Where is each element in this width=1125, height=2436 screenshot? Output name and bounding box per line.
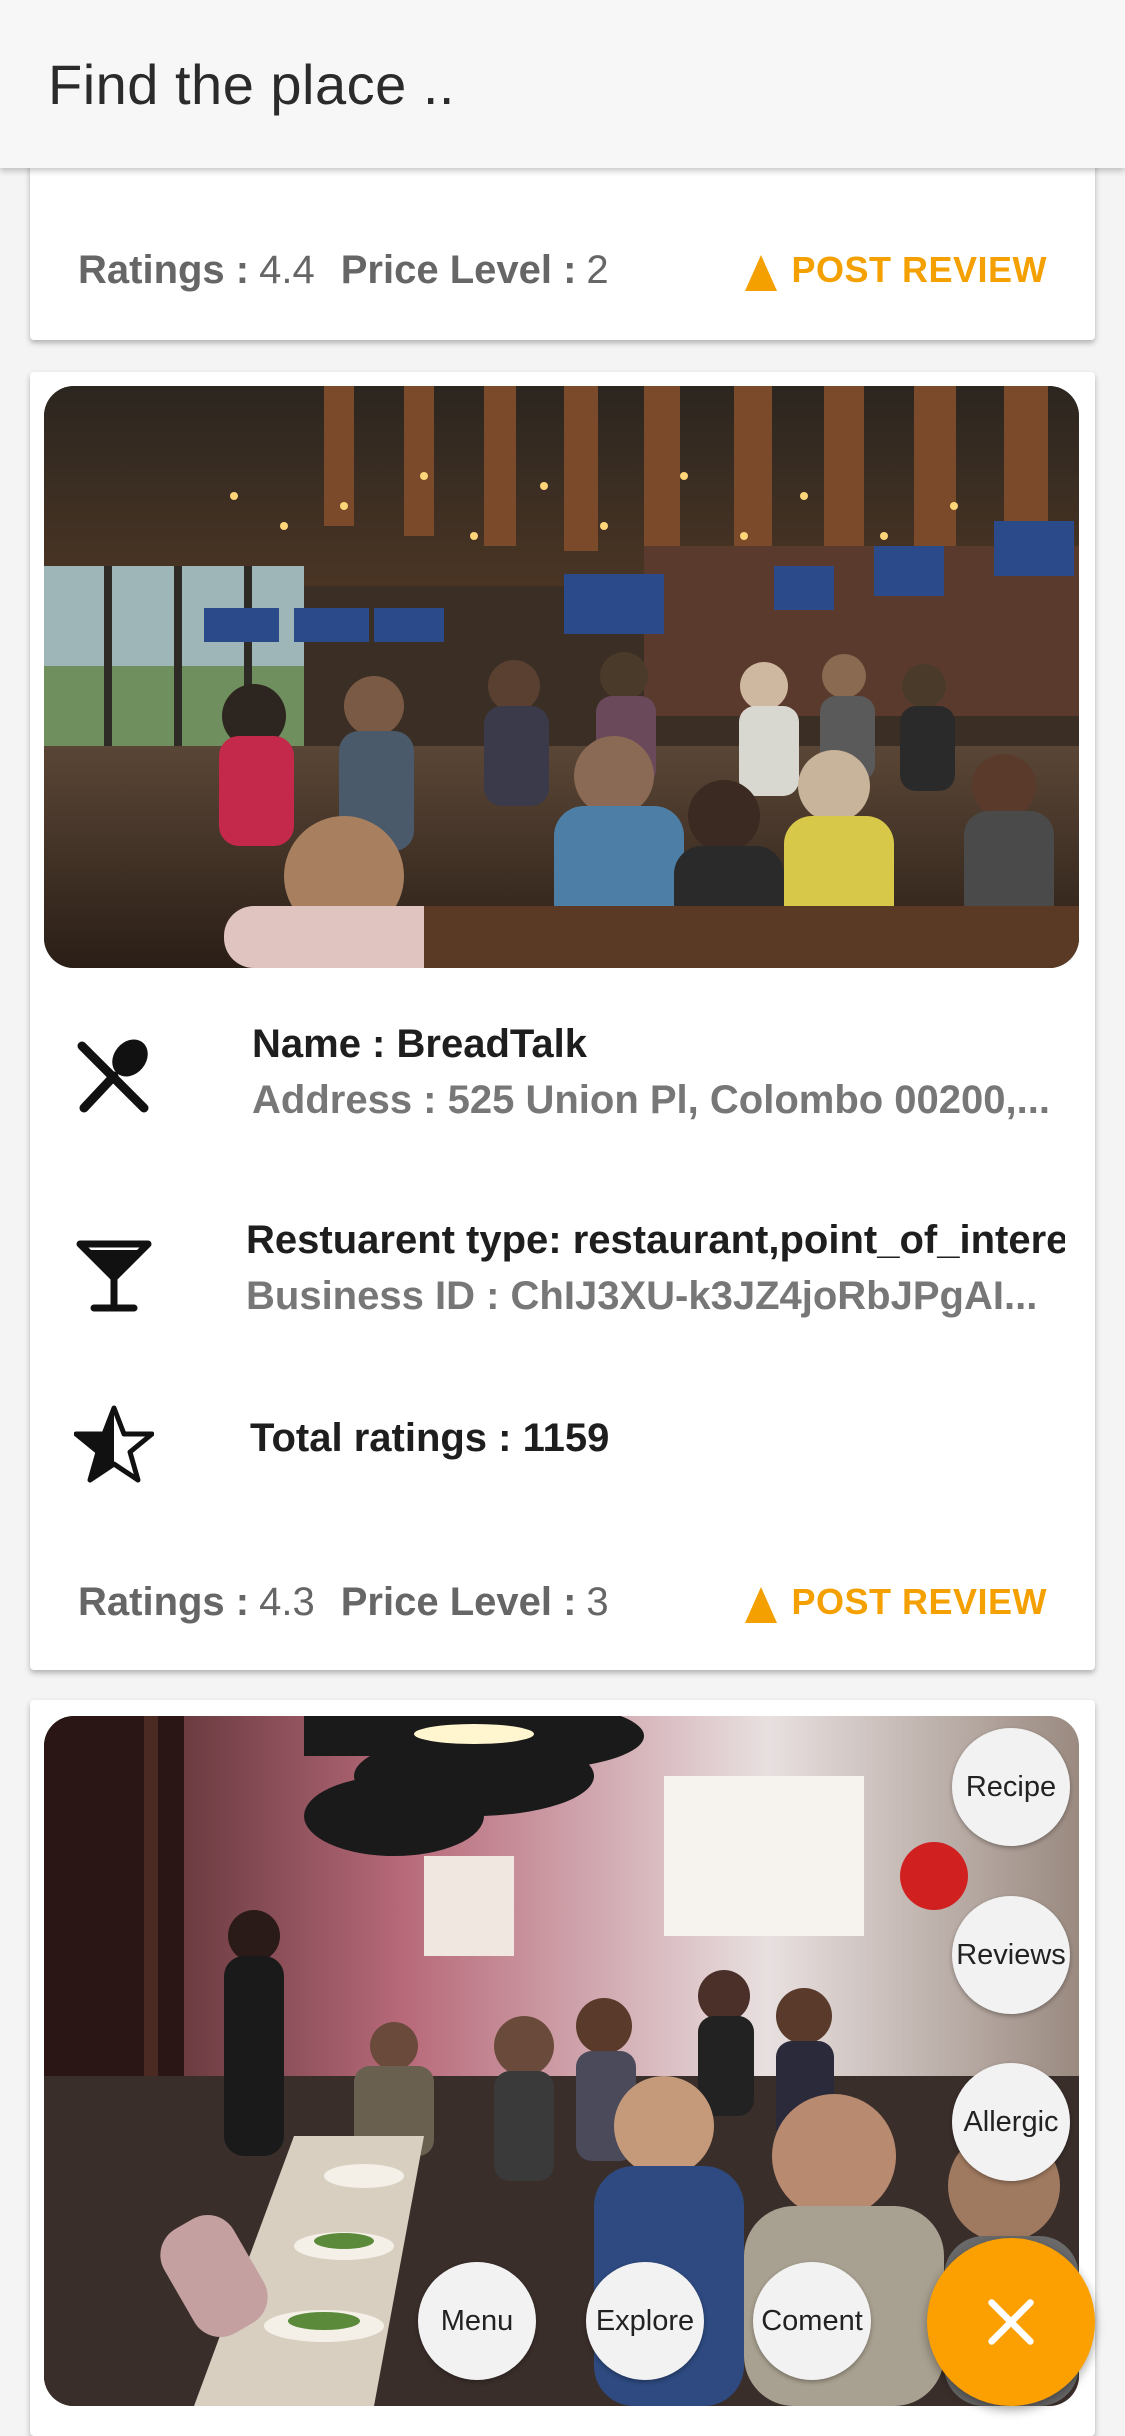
price-level-value: 2 bbox=[586, 247, 609, 292]
cocktail-glass-icon bbox=[74, 1234, 154, 1314]
triangle-navigation-icon bbox=[745, 1587, 778, 1623]
price-level-value: 3 bbox=[586, 1579, 609, 1624]
screen: Find the place .. Ratings : 4.4 Price Le… bbox=[0, 0, 1125, 2436]
ratings-value: 4.4 bbox=[259, 247, 315, 292]
business-id: Business ID : ChIJ3XU-k3JZ4joRbJPgAI... bbox=[246, 1274, 1038, 1318]
app-bar-title: Find the place .. bbox=[48, 52, 455, 116]
info-row-type: Restuarent type: restaurant,point_of_int… bbox=[30, 1200, 1095, 1330]
restaurant-name: Name : BreadTalk bbox=[252, 1022, 587, 1066]
restaurant-type: Restuarent type: restaurant,point_of_int… bbox=[246, 1218, 1065, 1262]
price-level-label: Price Level : bbox=[340, 247, 577, 292]
card-footer: Ratings : 4.4 Price Level : 2 POST REVIE… bbox=[78, 240, 1047, 300]
price-level-label: Price Level : bbox=[340, 1579, 577, 1624]
ratings-label: Ratings : bbox=[78, 1579, 250, 1624]
reviews-button[interactable]: Reviews bbox=[952, 1896, 1070, 2014]
recipe-button[interactable]: Recipe bbox=[952, 1728, 1070, 1846]
menu-button[interactable]: Menu bbox=[418, 2262, 536, 2380]
restaurant-photo-image bbox=[44, 386, 1079, 968]
restaurant-photo[interactable] bbox=[44, 1716, 1079, 2406]
restaurant-address: Address : 525 Union Pl, Colombo 00200,..… bbox=[252, 1078, 1050, 1122]
restaurant-photo[interactable] bbox=[44, 386, 1079, 968]
restaurant-card-previous: Ratings : 4.4 Price Level : 2 POST REVIE… bbox=[30, 150, 1095, 340]
total-ratings: Total ratings : 1159 bbox=[250, 1416, 610, 1460]
post-review-label: POST REVIEW bbox=[791, 1581, 1047, 1622]
post-review-button[interactable]: POST REVIEW bbox=[745, 249, 1047, 291]
triangle-navigation-icon bbox=[745, 255, 778, 291]
info-row-name: Name : BreadTalk Address : 525 Union Pl,… bbox=[30, 1002, 1095, 1132]
restaurant-card: Name : BreadTalk Address : 525 Union Pl,… bbox=[30, 372, 1095, 1670]
post-review-button[interactable]: POST REVIEW bbox=[745, 1581, 1047, 1623]
card-footer: Ratings : 4.3 Price Level : 3 POST REVIE… bbox=[78, 1572, 1047, 1632]
half-star-icon bbox=[73, 1404, 155, 1484]
allergic-button[interactable]: Allergic bbox=[952, 2063, 1070, 2181]
close-fab-button[interactable] bbox=[927, 2238, 1095, 2406]
explore-button[interactable]: Explore bbox=[586, 2262, 704, 2380]
ratings-value: 4.3 bbox=[259, 1579, 315, 1624]
restaurant-photo-image bbox=[44, 1716, 1079, 2406]
close-icon bbox=[988, 2299, 1034, 2345]
app-bar: Find the place .. bbox=[0, 0, 1125, 168]
post-review-label: POST REVIEW bbox=[791, 249, 1047, 290]
info-row-total-ratings: Total ratings : 1159 bbox=[30, 1382, 1095, 1492]
comment-button[interactable]: Coment bbox=[753, 2262, 871, 2380]
ratings-label: Ratings : bbox=[78, 247, 250, 292]
fork-spoon-icon bbox=[74, 1036, 154, 1116]
